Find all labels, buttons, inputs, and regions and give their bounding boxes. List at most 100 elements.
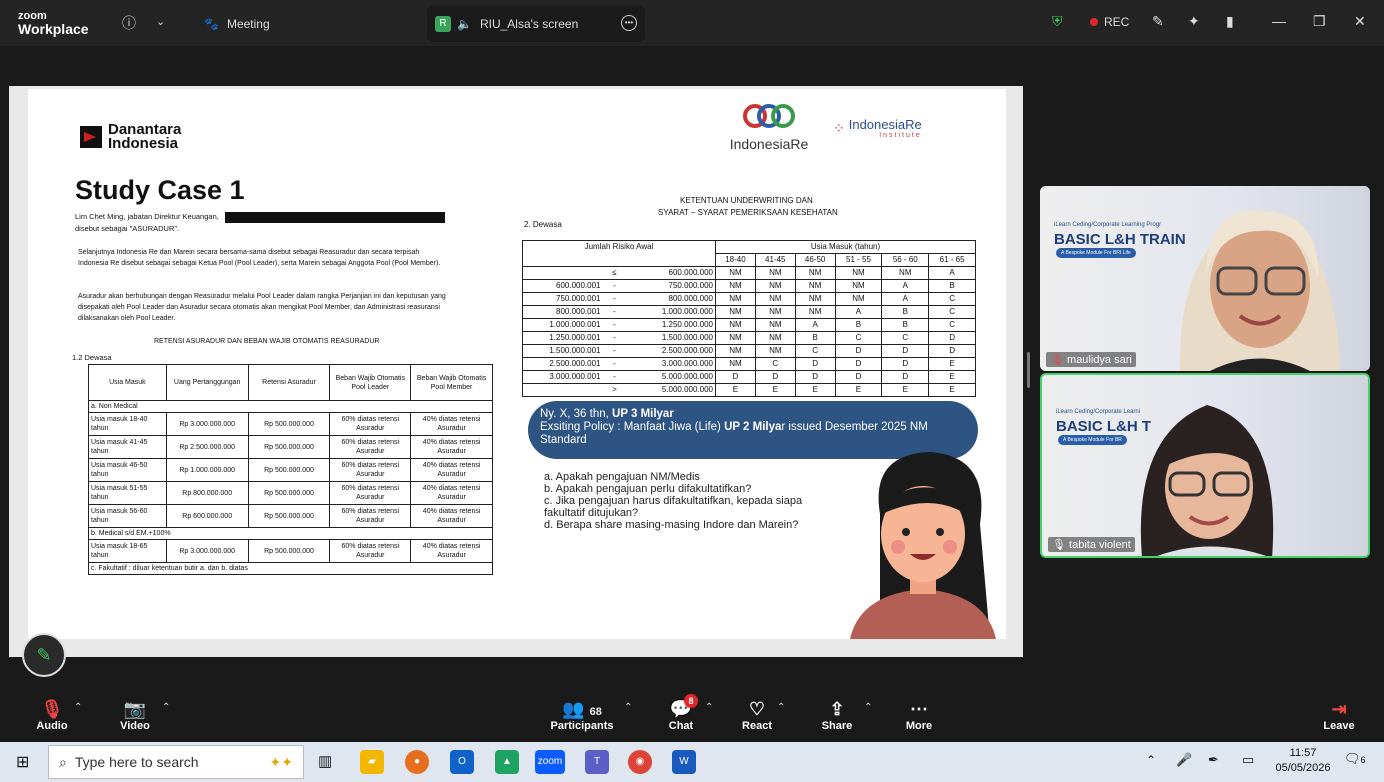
share-options-chevron-icon[interactable]: ⌃ (864, 702, 872, 713)
table-cell: E (715, 383, 756, 397)
chat-options-chevron-icon[interactable]: ⌃ (705, 702, 713, 713)
more-icon[interactable]: ••• (621, 15, 637, 31)
question-item: a. Apakah pengajuan NM/Medis (544, 471, 700, 483)
table-row: Usia masuk 46-50 tahun Rp 1.000.000.000 Rp… (88, 458, 493, 482)
table-cell: D (794, 370, 836, 384)
pen-tray-icon[interactable]: ✒ (1208, 752, 1219, 768)
video-options-chevron-icon[interactable]: ⌃ (162, 702, 170, 713)
table-row: 1.500.000.001-2.500.000.000 NM NM C D D D (522, 344, 976, 358)
leave-label: Leave (1323, 720, 1355, 732)
info-icon[interactable]: ⓘ (122, 13, 136, 33)
tab-meeting[interactable]: 🐾 Meeting (196, 6, 416, 42)
table-cell: 5.000.000.000 (626, 383, 716, 397)
table-cell: D (881, 370, 930, 384)
table-cell: Rp 500.000.000 (247, 412, 331, 436)
rec-indicator[interactable]: REC (1090, 15, 1129, 29)
table-cell: 600.000.001 (522, 279, 603, 293)
shield-icon[interactable]: ⛨ (1052, 13, 1063, 30)
side-panel-icon[interactable]: ▮ (1226, 13, 1234, 30)
minimize-icon[interactable]: — (1272, 13, 1286, 29)
table-cell: 1.250.000.001 (522, 331, 603, 345)
question-item: c. Jika pengajuan harus difakultatifkan,… (544, 495, 803, 519)
react-options-chevron-icon[interactable]: ⌃ (777, 702, 785, 713)
windows-start-icon[interactable]: ⊞ (16, 752, 29, 772)
tray-chevron-icon[interactable]: ⌃ (1146, 753, 1156, 767)
participant-name-label: maulidya sari (1067, 354, 1132, 366)
tab-meeting-label: Meeting (226, 17, 270, 31)
table-cell: 40% diatas retensi Asuradur (410, 435, 493, 459)
video-tile[interactable]: iLearn Ceding/Corporate Learning Progr B… (1040, 186, 1370, 371)
mic-tray-icon[interactable]: 🎤 (1176, 752, 1192, 768)
share-button[interactable]: ⇪ Share (820, 698, 854, 732)
video-button[interactable]: 📷 Video (117, 698, 153, 732)
task-view-icon[interactable]: ▥ (318, 752, 332, 770)
table-row: Usia masuk 18-40 tahun Rp 3.000.000.000 Rp… (88, 412, 493, 436)
restore-icon[interactable]: ❐ (1313, 13, 1326, 30)
table-row: 3.000.000.001-5.000.000.000 D D D D D E (522, 370, 976, 384)
callout-line-1: Ny. X, 36 thn, UP 3 Milyar (540, 408, 966, 421)
table-cell: NM (794, 292, 836, 306)
grid-mark-icon: ⁘ (833, 119, 845, 136)
participants-options-chevron-icon[interactable]: ⌃ (624, 702, 632, 713)
table-cell: E (754, 383, 796, 397)
annotate-fab[interactable]: ✎ (22, 633, 66, 677)
video-label: Video (120, 720, 150, 732)
leave-button[interactable]: ⇥ Leave (1322, 698, 1356, 732)
notification-icon[interactable]: 🗨6 (1344, 751, 1366, 767)
table-cell: D (834, 357, 883, 371)
table-cell: NM (794, 305, 836, 319)
table-row: Usia masuk 41-45 tahun Rp 2.500.000.000 Rp… (88, 435, 493, 459)
paw-icon: 🐾 (204, 17, 219, 31)
chat-button[interactable]: 💬 Chat 8 (664, 694, 698, 732)
table-cell: Rp 500.000.000 (247, 504, 331, 528)
close-icon[interactable]: ✕ (1354, 13, 1366, 30)
table-cell: Usia masuk 18-65 tahun (88, 539, 167, 563)
divider-handle[interactable] (1027, 352, 1030, 388)
outlook-icon[interactable]: O (450, 750, 474, 774)
display-tray-icon[interactable]: ▭ (1242, 752, 1254, 768)
table-cell: Rp 1.000.000.000 (165, 458, 249, 482)
institute-logo-text: IndonesiaRe (848, 117, 922, 132)
google-drive-icon[interactable]: ▲ (495, 750, 519, 774)
camera-off-icon: 📷 (123, 699, 147, 719)
participant-video (1179, 210, 1340, 371)
ai-sparkle-icon[interactable]: ✦ (1188, 13, 1200, 30)
callout-l1b: UP 3 Milyar (612, 408, 674, 420)
meeting-controls: 🎙 Audio ⌃ 📷 Video ⌃ 👥 68 Participants ⌃ 💬 Ch… (0, 690, 1384, 742)
table-cell: 60% diatas retensi Asuradur (329, 504, 412, 528)
table-cell: D (928, 344, 976, 358)
chevron-down-icon[interactable]: ⌄ (156, 15, 165, 28)
file-explorer-icon[interactable]: ▰ (360, 750, 384, 774)
word-icon[interactable]: W (672, 750, 696, 774)
table-cell: NM (834, 292, 883, 306)
chrome-icon[interactable]: ◉ (628, 750, 652, 774)
clock[interactable]: 11:57 05/05/2026 (1272, 746, 1334, 776)
table-cell: D (715, 370, 756, 384)
annotate-icon[interactable]: ✎ (1152, 13, 1164, 30)
video-tile-speaking[interactable]: iLearn Ceding/Corporate Learni BASIC L&H… (1040, 373, 1370, 558)
table-cell: NM (834, 279, 883, 293)
table-row: 600.000.001-750.000.000 NM NM NM NM A B (522, 279, 976, 293)
firefox-icon[interactable]: ● (405, 750, 429, 774)
table-cell: 60% diatas retensi Asuradur (329, 458, 412, 482)
participants-button[interactable]: 👥 68 Participants (550, 698, 614, 732)
audio-options-chevron-icon[interactable]: ⌃ (74, 702, 82, 713)
table-cell: > (602, 383, 627, 397)
table-cell: E (834, 383, 883, 397)
table-cell: NM (754, 266, 796, 280)
more-button[interactable]: ⋯ More (902, 698, 936, 732)
teams-icon[interactable]: T (585, 750, 609, 774)
clock-date: 05/05/2026 (1275, 762, 1331, 774)
slide-title: Study Case 1 (75, 175, 245, 205)
table-cell: D (881, 344, 930, 358)
taskbar-search-box[interactable]: ⌕ Type here to search ✦✦ (48, 745, 304, 779)
table-cell: 750.000.000 (626, 279, 716, 293)
table-header-cell: Usia Masuk (88, 364, 167, 401)
table-cell: 600.000.000 (626, 266, 716, 280)
share-screen-icon: ⇪ (829, 699, 845, 719)
table-cell: NM (715, 318, 756, 332)
react-button[interactable]: ♡ React (740, 698, 774, 732)
tab-shared-screen[interactable]: R 🔈 RIU_Alsa's screen ••• (427, 6, 645, 42)
zoom-taskbar-icon[interactable]: zoom (535, 750, 565, 774)
audio-button[interactable]: 🎙 Audio (34, 698, 70, 732)
